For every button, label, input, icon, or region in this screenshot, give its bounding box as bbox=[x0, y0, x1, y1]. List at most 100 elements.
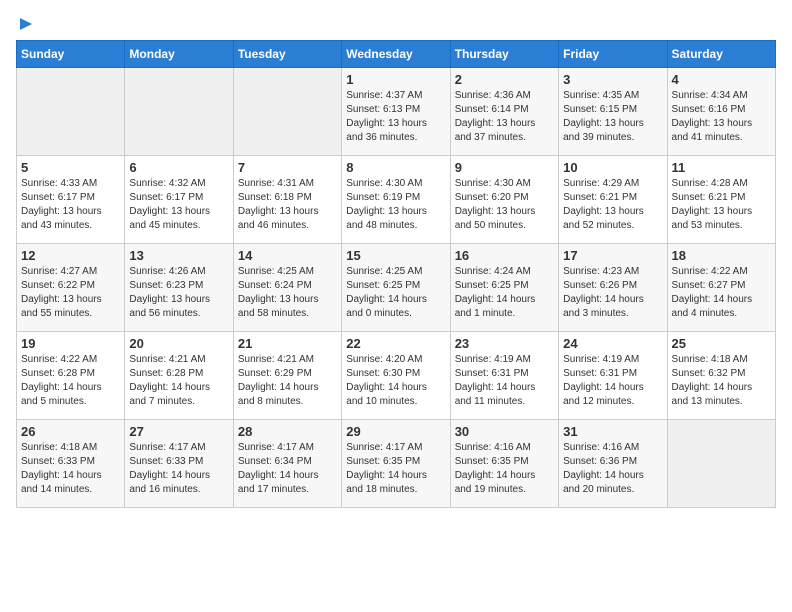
daylight-text: Daylight: 13 hours and 37 minutes. bbox=[455, 117, 554, 145]
sunset-text: Sunset: 6:22 PM bbox=[21, 279, 120, 293]
calendar-cell: 6Sunrise: 4:32 AMSunset: 6:17 PMDaylight… bbox=[125, 156, 233, 244]
calendar-cell: 15Sunrise: 4:25 AMSunset: 6:25 PMDayligh… bbox=[342, 244, 450, 332]
day-info: Sunrise: 4:31 AMSunset: 6:18 PMDaylight:… bbox=[238, 177, 337, 233]
sunrise-text: Sunrise: 4:18 AM bbox=[672, 353, 771, 367]
day-number: 2 bbox=[455, 72, 554, 87]
sunrise-text: Sunrise: 4:25 AM bbox=[238, 265, 337, 279]
day-number: 23 bbox=[455, 336, 554, 351]
sunrise-text: Sunrise: 4:34 AM bbox=[672, 89, 771, 103]
daylight-text: Daylight: 14 hours and 8 minutes. bbox=[238, 381, 337, 409]
day-info: Sunrise: 4:30 AMSunset: 6:19 PMDaylight:… bbox=[346, 177, 445, 233]
day-info: Sunrise: 4:21 AMSunset: 6:29 PMDaylight:… bbox=[238, 353, 337, 409]
calendar-cell: 29Sunrise: 4:17 AMSunset: 6:35 PMDayligh… bbox=[342, 420, 450, 508]
daylight-text: Daylight: 14 hours and 4 minutes. bbox=[672, 293, 771, 321]
day-info: Sunrise: 4:35 AMSunset: 6:15 PMDaylight:… bbox=[563, 89, 662, 145]
day-info: Sunrise: 4:17 AMSunset: 6:33 PMDaylight:… bbox=[129, 441, 228, 497]
calendar-cell: 20 Sunrise: 4:21 AMSunset: 6:28 PMDayligh… bbox=[125, 332, 233, 420]
sunset-text: Sunset: 6:35 PM bbox=[455, 455, 554, 469]
sunrise-text: Sunrise: 4:29 AM bbox=[563, 177, 662, 191]
calendar-cell: 13Sunrise: 4:26 AMSunset: 6:23 PMDayligh… bbox=[125, 244, 233, 332]
day-header-saturday: Saturday bbox=[667, 41, 775, 68]
calendar-cell: 8Sunrise: 4:30 AMSunset: 6:19 PMDaylight… bbox=[342, 156, 450, 244]
sunrise-text: Sunrise: 4:24 AM bbox=[455, 265, 554, 279]
daylight-text: Daylight: 13 hours and 58 minutes. bbox=[238, 293, 337, 321]
day-number: 30 bbox=[455, 424, 554, 439]
calendar-cell: 22Sunrise: 4:20 AMSunset: 6:30 PMDayligh… bbox=[342, 332, 450, 420]
day-info: Sunrise: 4:21 AMSunset: 6:28 PMDaylight:… bbox=[129, 353, 228, 409]
sunset-text: Sunset: 6:15 PM bbox=[563, 103, 662, 117]
daylight-text: Daylight: 14 hours and 16 minutes. bbox=[129, 469, 228, 497]
day-info: Sunrise: 4:27 AMSunset: 6:22 PMDaylight:… bbox=[21, 265, 120, 321]
sunrise-text: Sunrise: 4:25 AM bbox=[346, 265, 445, 279]
day-info: Sunrise: 4:16 AMSunset: 6:36 PMDaylight:… bbox=[563, 441, 662, 497]
sunset-text: Sunset: 6:28 PM bbox=[129, 367, 228, 381]
sunrise-text: Sunrise: 4:16 AM bbox=[455, 441, 554, 455]
day-number: 3 bbox=[563, 72, 662, 87]
day-info: Sunrise: 4:17 AMSunset: 6:34 PMDaylight:… bbox=[238, 441, 337, 497]
day-info: Sunrise: 4:37 AMSunset: 6:13 PMDaylight:… bbox=[346, 89, 445, 145]
daylight-text: Daylight: 13 hours and 45 minutes. bbox=[129, 205, 228, 233]
sunset-text: Sunset: 6:31 PM bbox=[563, 367, 662, 381]
day-header-monday: Monday bbox=[125, 41, 233, 68]
calendar-cell: 14Sunrise: 4:25 AMSunset: 6:24 PMDayligh… bbox=[233, 244, 341, 332]
sunrise-text: Sunrise: 4:17 AM bbox=[238, 441, 337, 455]
day-number: 25 bbox=[672, 336, 771, 351]
sunset-text: Sunset: 6:18 PM bbox=[238, 191, 337, 205]
sunset-text: Sunset: 6:17 PM bbox=[129, 191, 228, 205]
calendar-cell: 18Sunrise: 4:22 AMSunset: 6:27 PMDayligh… bbox=[667, 244, 775, 332]
sunrise-text: Sunrise: 4:30 AM bbox=[455, 177, 554, 191]
day-number: 21 bbox=[238, 336, 337, 351]
day-info: Sunrise: 4:24 AMSunset: 6:25 PMDaylight:… bbox=[455, 265, 554, 321]
sunrise-text: Sunrise: 4:19 AM bbox=[563, 353, 662, 367]
sunrise-text: Sunrise: 4:36 AM bbox=[455, 89, 554, 103]
calendar-cell: 31Sunrise: 4:16 AMSunset: 6:36 PMDayligh… bbox=[559, 420, 667, 508]
day-number: 13 bbox=[129, 248, 228, 263]
sunset-text: Sunset: 6:16 PM bbox=[672, 103, 771, 117]
week-row-4: 19Sunrise: 4:22 AMSunset: 6:28 PMDayligh… bbox=[17, 332, 776, 420]
day-number: 26 bbox=[21, 424, 120, 439]
day-number: 9 bbox=[455, 160, 554, 175]
daylight-text: Daylight: 13 hours and 46 minutes. bbox=[238, 205, 337, 233]
day-number: 27 bbox=[129, 424, 228, 439]
sunrise-text: Sunrise: 4:18 AM bbox=[21, 441, 120, 455]
sunrise-text: Sunrise: 4:26 AM bbox=[129, 265, 228, 279]
sunrise-text: Sunrise: 4:16 AM bbox=[563, 441, 662, 455]
day-info: Sunrise: 4:33 AMSunset: 6:17 PMDaylight:… bbox=[21, 177, 120, 233]
sunrise-text: Sunrise: 4:30 AM bbox=[346, 177, 445, 191]
day-info: Sunrise: 4:36 AMSunset: 6:14 PMDaylight:… bbox=[455, 89, 554, 145]
daylight-text: Daylight: 13 hours and 39 minutes. bbox=[563, 117, 662, 145]
daylight-text: Daylight: 13 hours and 56 minutes. bbox=[129, 293, 228, 321]
day-info: Sunrise: 4:30 AMSunset: 6:20 PMDaylight:… bbox=[455, 177, 554, 233]
sunrise-text: Sunrise: 4:28 AM bbox=[672, 177, 771, 191]
sunset-text: Sunset: 6:31 PM bbox=[455, 367, 554, 381]
week-row-3: 12Sunrise: 4:27 AMSunset: 6:22 PMDayligh… bbox=[17, 244, 776, 332]
day-number: 5 bbox=[21, 160, 120, 175]
sunrise-text: Sunrise: 4:27 AM bbox=[21, 265, 120, 279]
sunset-text: Sunset: 6:25 PM bbox=[346, 279, 445, 293]
calendar-cell: 11Sunrise: 4:28 AMSunset: 6:21 PMDayligh… bbox=[667, 156, 775, 244]
calendar-cell: 3 Sunrise: 4:35 AMSunset: 6:15 PMDaylight… bbox=[559, 68, 667, 156]
daylight-text: Daylight: 13 hours and 41 minutes. bbox=[672, 117, 771, 145]
day-number: 20 bbox=[129, 336, 228, 351]
calendar-header-row: SundayMondayTuesdayWednesdayThursdayFrid… bbox=[17, 41, 776, 68]
sunset-text: Sunset: 6:21 PM bbox=[563, 191, 662, 205]
sunrise-text: Sunrise: 4:22 AM bbox=[672, 265, 771, 279]
day-info: Sunrise: 4:22 AMSunset: 6:27 PMDaylight:… bbox=[672, 265, 771, 321]
daylight-text: Daylight: 14 hours and 7 minutes. bbox=[129, 381, 228, 409]
calendar-cell bbox=[667, 420, 775, 508]
day-number: 29 bbox=[346, 424, 445, 439]
day-info: Sunrise: 4:20 AMSunset: 6:30 PMDaylight:… bbox=[346, 353, 445, 409]
day-number: 19 bbox=[21, 336, 120, 351]
calendar-cell: 12Sunrise: 4:27 AMSunset: 6:22 PMDayligh… bbox=[17, 244, 125, 332]
calendar-cell bbox=[233, 68, 341, 156]
week-row-1: 1Sunrise: 4:37 AMSunset: 6:13 PMDaylight… bbox=[17, 68, 776, 156]
sunrise-text: Sunrise: 4:37 AM bbox=[346, 89, 445, 103]
daylight-text: Daylight: 14 hours and 19 minutes. bbox=[455, 469, 554, 497]
day-info: Sunrise: 4:28 AMSunset: 6:21 PMDaylight:… bbox=[672, 177, 771, 233]
sunset-text: Sunset: 6:28 PM bbox=[21, 367, 120, 381]
sunset-text: Sunset: 6:19 PM bbox=[346, 191, 445, 205]
daylight-text: Daylight: 14 hours and 5 minutes. bbox=[21, 381, 120, 409]
sunset-text: Sunset: 6:21 PM bbox=[672, 191, 771, 205]
sunset-text: Sunset: 6:25 PM bbox=[455, 279, 554, 293]
day-info: Sunrise: 4:34 AMSunset: 6:16 PMDaylight:… bbox=[672, 89, 771, 145]
